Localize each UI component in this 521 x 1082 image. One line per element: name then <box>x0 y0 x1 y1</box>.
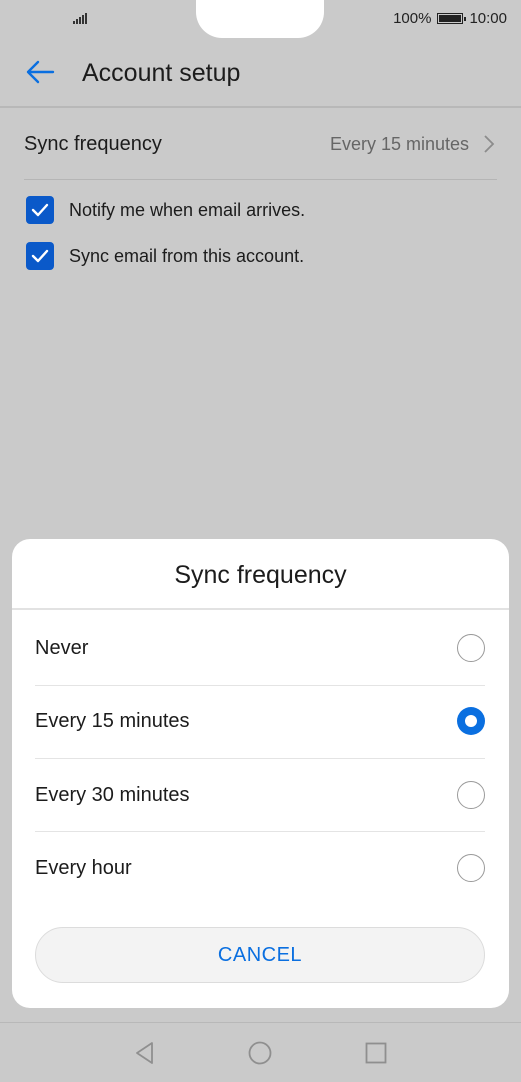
checkmark-icon <box>31 203 49 217</box>
app-header: Account setup <box>0 40 521 106</box>
notify-checkbox-label: Notify me when email arrives. <box>69 199 306 220</box>
back-button[interactable] <box>22 54 58 90</box>
sync-frequency-dialog: Sync frequency Never Every 15 minutes Ev… <box>12 539 509 1008</box>
option-label: Every 30 minutes <box>35 784 190 806</box>
home-circle-icon[interactable] <box>246 1039 274 1067</box>
dialog-divider <box>12 608 509 610</box>
sync-email-checkbox-row[interactable]: Sync email from this account. <box>26 242 304 270</box>
option-label: Every 15 minutes <box>35 710 190 732</box>
checkmark-icon <box>31 249 49 263</box>
notify-checkbox[interactable] <box>26 196 54 224</box>
option-every-hour[interactable]: Every hour <box>35 832 485 905</box>
sync-email-checkbox-label: Sync email from this account. <box>69 245 305 266</box>
back-triangle-icon[interactable] <box>131 1039 159 1067</box>
option-never[interactable]: Never <box>35 612 485 685</box>
battery-icon <box>437 13 467 24</box>
notify-checkbox-row[interactable]: Notify me when email arrives. <box>26 196 305 224</box>
clock: 10:00 <box>469 10 507 27</box>
radio-button[interactable] <box>457 634 485 662</box>
cancel-button[interactable]: CANCEL <box>35 927 485 983</box>
dialog-title: Sync frequency <box>174 561 347 589</box>
sync-email-checkbox[interactable] <box>26 242 54 270</box>
status-indicators: 100% 10:00 <box>393 10 507 27</box>
sync-frequency-value: Every 15 minutes <box>329 134 469 154</box>
page-title: Account setup <box>82 59 241 87</box>
chevron-right-icon <box>484 135 495 153</box>
navigation-bar <box>0 1022 521 1082</box>
option-every-15-minutes[interactable]: Every 15 minutes <box>35 685 485 758</box>
status-bar: 100% 10:00 <box>0 0 521 40</box>
radio-button[interactable] <box>457 781 485 809</box>
arrow-left-icon <box>26 60 55 84</box>
radio-button-selected[interactable] <box>457 707 485 735</box>
option-label: Never <box>35 637 89 659</box>
camera-notch <box>196 0 324 38</box>
signal-icon <box>73 13 87 24</box>
battery-percent: 100% <box>393 10 432 27</box>
option-every-30-minutes[interactable]: Every 30 minutes <box>35 759 485 832</box>
option-label: Every hour <box>35 857 132 879</box>
sync-frequency-row[interactable]: Sync frequency Every 15 minutes <box>24 108 497 180</box>
radio-button[interactable] <box>457 854 485 882</box>
sync-frequency-label: Sync frequency <box>24 133 162 155</box>
recent-apps-square-icon[interactable] <box>362 1039 390 1067</box>
